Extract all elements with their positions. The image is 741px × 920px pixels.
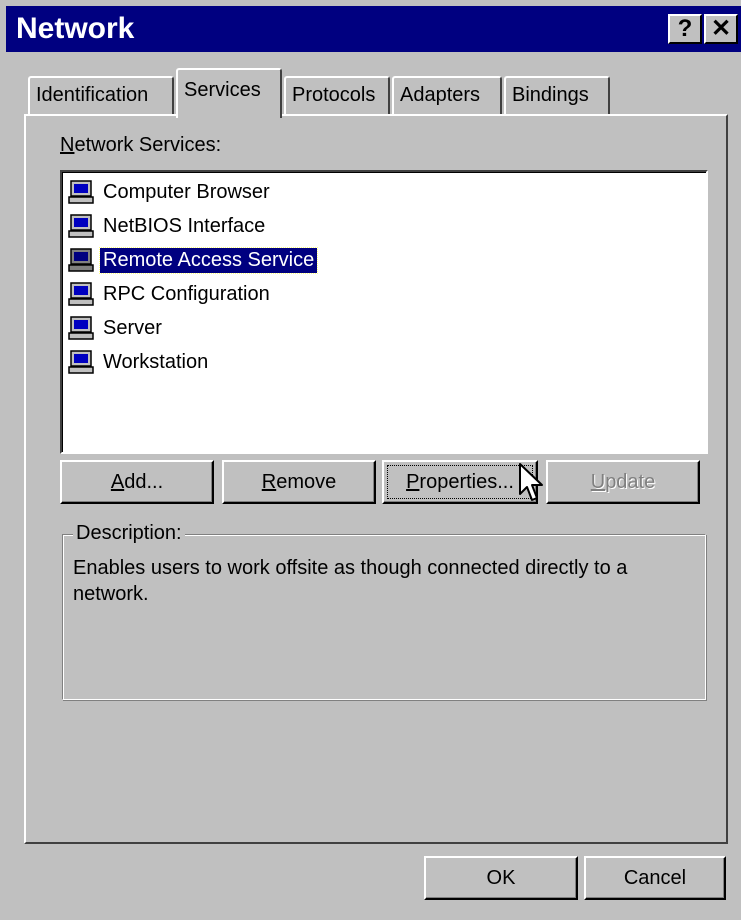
button-label: emove <box>276 471 337 493</box>
list-item-label: Workstation <box>103 350 209 373</box>
network-dialog: Network ? ✕ Identification Services Prot… <box>0 0 741 920</box>
update-button[interactable]: Update <box>546 460 700 504</box>
tab-identification[interactable]: Identification <box>28 76 174 114</box>
button-accelerator: R <box>261 471 277 493</box>
ok-button[interactable]: OK <box>424 856 578 900</box>
list-item-netbios-interface[interactable]: NetBIOS Interface <box>68 210 268 242</box>
properties-button[interactable]: Properties... <box>382 460 538 504</box>
close-button[interactable]: ✕ <box>704 14 738 44</box>
list-item-label: Computer Browser <box>103 180 270 203</box>
tab-protocols[interactable]: Protocols <box>284 76 390 114</box>
network-services-list[interactable]: Computer Browser NetBIOS Interface Remot… <box>60 170 708 454</box>
computer-icon <box>68 282 94 306</box>
list-item-rpc-configuration[interactable]: RPC Configuration <box>68 278 273 310</box>
mouse-pointer-icon <box>519 463 543 501</box>
computer-icon <box>68 350 94 374</box>
list-item-workstation[interactable]: Workstation <box>68 346 211 378</box>
title-bar[interactable]: Network ? ✕ <box>6 6 741 52</box>
button-accelerator: P <box>406 471 420 493</box>
cancel-button[interactable]: Cancel <box>584 856 726 900</box>
button-accelerator: U <box>590 471 606 493</box>
description-text: Enables users to work offsite as though … <box>73 557 628 605</box>
description-group: Description: Enables users to work offsi… <box>62 522 706 700</box>
window-title: Network <box>16 12 135 45</box>
label-text: etwork Services: <box>74 134 222 156</box>
list-item-label: Remote Access Service <box>98 246 319 274</box>
list-item-remote-access-service[interactable]: Remote Access Service <box>68 244 319 276</box>
tab-bindings[interactable]: Bindings <box>504 76 610 114</box>
label-accelerator: N <box>60 134 75 156</box>
button-label: pdate <box>605 471 656 493</box>
list-item-label: RPC Configuration <box>103 282 270 305</box>
button-label: roperties... <box>419 471 514 493</box>
computer-icon <box>68 180 94 204</box>
button-accelerator: A <box>110 471 125 493</box>
computer-icon <box>68 316 94 340</box>
tab-strip: Identification Services Protocols Adapte… <box>0 66 741 118</box>
help-button[interactable]: ? <box>668 14 702 44</box>
list-item-label: NetBIOS Interface <box>103 214 266 237</box>
tab-adapters[interactable]: Adapters <box>392 76 502 114</box>
list-item-computer-browser[interactable]: Computer Browser <box>68 176 273 208</box>
services-tab-panel: Network Services: Computer Browser NetBI… <box>24 114 728 844</box>
add-button[interactable]: Add... <box>60 460 214 504</box>
description-legend: Description: <box>73 522 185 545</box>
network-services-label: Network Services: <box>60 134 221 157</box>
button-label: dd... <box>124 471 164 493</box>
tab-services[interactable]: Services <box>176 68 282 118</box>
list-item-label: Server <box>103 316 162 339</box>
computer-icon <box>68 214 94 238</box>
list-item-server[interactable]: Server <box>68 312 165 344</box>
remove-button[interactable]: Remove <box>222 460 376 504</box>
computer-icon <box>68 248 94 272</box>
